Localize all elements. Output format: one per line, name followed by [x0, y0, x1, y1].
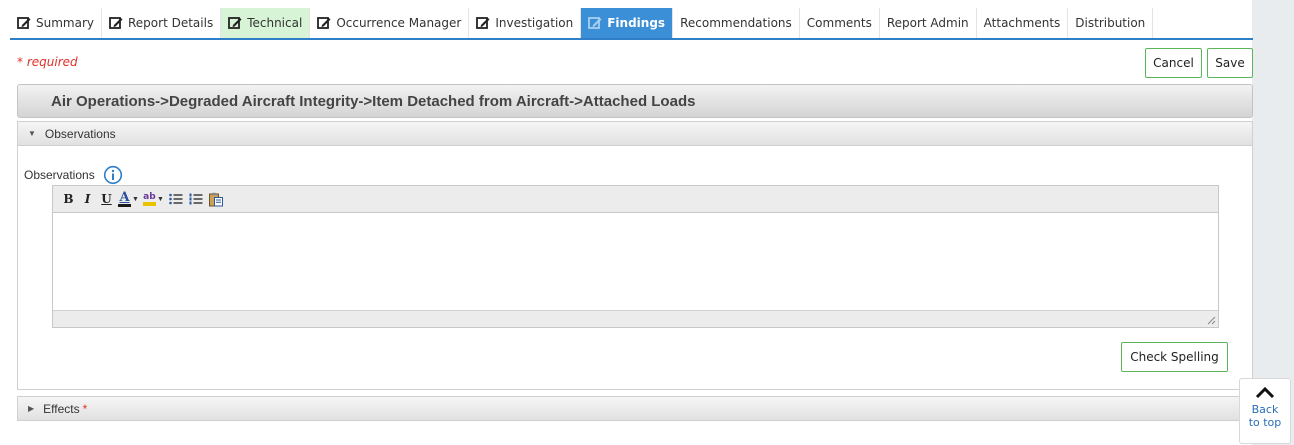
cancel-button[interactable]: Cancel — [1145, 48, 1202, 78]
info-icon[interactable] — [103, 165, 123, 185]
observations-rich-text-editor: B I U A ▼ ab ▼ — [52, 185, 1219, 328]
category-path: Air Operations->Degraded Aircraft Integr… — [51, 92, 696, 110]
triangle-down-icon: ▼ — [28, 129, 36, 138]
editor-toolbar: B I U A ▼ ab ▼ — [53, 186, 1218, 213]
edit-icon — [228, 17, 242, 29]
tab-label: Summary — [36, 16, 94, 30]
bulleted-list-icon[interactable] — [168, 192, 184, 206]
back-to-top-button[interactable]: Back to top — [1239, 378, 1291, 444]
edit-icon — [109, 17, 123, 29]
observations-field-label-row: Observations — [24, 165, 123, 185]
tab-label: Distribution — [1075, 16, 1146, 30]
chevron-up-icon — [1255, 386, 1275, 399]
tab-report-details[interactable]: Report Details — [102, 8, 222, 38]
observations-panel-title: Observations — [44, 126, 116, 141]
check-spelling-button[interactable]: Check Spelling — [1121, 342, 1228, 372]
italic-button[interactable]: I — [80, 192, 95, 206]
effects-panel-header[interactable]: ▶ Effects * — [17, 396, 1253, 421]
tab-occurrence-manager[interactable]: Occurrence Manager — [310, 8, 470, 38]
tab-label: Attachments — [983, 16, 1061, 30]
highlight-letters: ab — [143, 192, 156, 202]
tab-findings[interactable]: Findings — [581, 8, 674, 38]
chevron-down-icon: ▼ — [132, 195, 139, 203]
tab-label: Recommendations — [680, 16, 792, 30]
tab-label: Report Admin — [886, 16, 969, 30]
tab-label: Occurrence Manager — [336, 16, 462, 30]
font-color-icon: A — [118, 191, 131, 207]
tab-technical[interactable]: Technical — [221, 8, 311, 38]
triangle-right-icon: ▶ — [28, 404, 35, 413]
tab-bar: Summary Report Details Technical Occurre… — [10, 8, 1154, 38]
tab-underline — [10, 38, 1253, 40]
tab-label: Technical — [247, 16, 303, 30]
resize-grip-icon[interactable] — [1206, 315, 1216, 325]
save-button[interactable]: Save — [1207, 48, 1253, 78]
tab-recommendations[interactable]: Recommendations — [673, 8, 800, 38]
back-to-top-label: Back to top — [1248, 403, 1282, 429]
tab-report-admin[interactable]: Report Admin — [879, 8, 977, 38]
tab-label: Investigation — [495, 16, 574, 30]
highlight-icon: ab — [142, 192, 156, 206]
tab-investigation[interactable]: Investigation — [469, 8, 582, 38]
tab-label: Report Details — [128, 16, 214, 30]
highlight-color-button[interactable]: ab ▼ — [142, 192, 164, 206]
observations-text-area[interactable] — [53, 213, 1218, 310]
edit-icon — [476, 17, 490, 29]
observations-panel-header[interactable]: ▼ Observations — [17, 121, 1253, 146]
numbered-list-icon[interactable] — [188, 192, 204, 206]
edit-icon — [17, 17, 31, 29]
editor-status-bar — [53, 310, 1218, 327]
tab-label: Comments — [806, 16, 872, 30]
tab-label: Findings — [607, 16, 666, 30]
chevron-down-icon: ▼ — [156, 195, 164, 203]
edit-icon — [588, 17, 602, 29]
tab-attachments[interactable]: Attachments — [976, 8, 1069, 38]
tab-distribution[interactable]: Distribution — [1068, 8, 1154, 38]
category-path-header: Air Operations->Degraded Aircraft Integr… — [17, 84, 1253, 118]
required-marker: * — [82, 401, 88, 416]
edit-icon — [317, 17, 331, 29]
tab-comments[interactable]: Comments — [799, 8, 880, 38]
required-note: * required — [17, 55, 78, 69]
font-color-letter: A — [119, 190, 130, 205]
paste-icon[interactable] — [208, 192, 224, 207]
tab-summary[interactable]: Summary — [10, 8, 102, 38]
effects-panel-title: Effects — [43, 401, 80, 416]
font-color-button[interactable]: A ▼ — [118, 191, 139, 207]
observations-field-label: Observations — [24, 168, 95, 182]
bold-button[interactable]: B — [61, 192, 76, 206]
underline-button[interactable]: U — [99, 192, 114, 206]
